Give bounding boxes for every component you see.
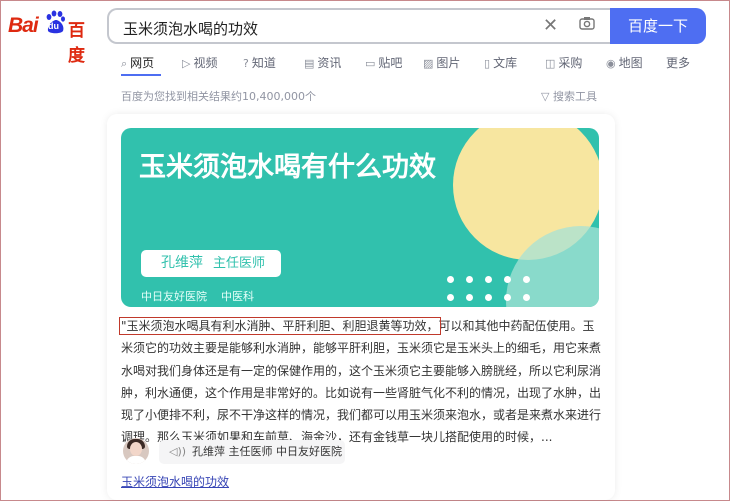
search-icon: ⌕ [121,57,128,70]
search-button[interactable]: 百度一下 [610,8,706,44]
video-banner[interactable]: 玉米须泡水喝有什么功效 孔维萍 主任医师 中日友好医院 中医科 [121,128,599,307]
audio-author-box[interactable]: ◁)) 孔维萍 主任医师 中日友好医院 [159,440,345,464]
active-tab-indicator [121,74,161,76]
avatar [123,438,149,464]
tab-web[interactable]: ⌕ 网页 [121,54,154,71]
tab-video[interactable]: ▷ 视频 [182,54,217,71]
tab-map[interactable]: ◉ 地图 [606,54,643,71]
tab-news[interactable]: ▤ 资讯 [304,54,341,71]
hospital-label: 中日友好医院 中医科 [141,290,254,303]
doctor-badge: 孔维萍 主任医师 [141,250,281,277]
doc-icon: ▯ [484,57,491,70]
tab-wenku[interactable]: ▯ 文库 [484,54,517,71]
question-icon: ? [243,57,249,70]
forum-icon: ▭ [365,57,376,70]
news-icon: ▤ [304,57,315,70]
close-icon[interactable]: ✕ [543,15,558,36]
tab-zhidao[interactable]: ? 知道 [243,54,276,71]
search-input[interactable]: 玉米须泡水喝的功效 ✕ [107,8,610,44]
search-tools-button[interactable]: ▽ 搜索工具 [541,88,597,104]
highlighted-quote: "玉米须泡水喝具有利水消肿、平肝利胆、利胆退黄等功效， [119,317,441,335]
image-icon: ▨ [423,57,434,70]
baidu-logo[interactable]: Bai du 百度 [8,10,98,66]
map-icon: ◉ [606,57,616,70]
camera-icon[interactable] [579,16,595,30]
banner-title: 玉米须泡水喝有什么功效 [139,152,436,183]
result-count: 百度为您找到相关结果约10,400,000个 [121,90,316,103]
video-icon: ▷ [182,57,191,70]
search-query[interactable]: 玉米须泡水喝的功效 [123,18,258,39]
result-snippet: "玉米须泡水喝具有利水消肿、平肝利胆、利胆退黄等功效，可以和其他中药配伍使用。玉… [119,317,602,445]
tab-more[interactable]: 更多 [666,54,690,71]
tab-tieba[interactable]: ▭ 贴吧 [365,54,402,71]
purchase-icon: ◫ [545,57,556,70]
result-title-link[interactable]: 玉米须泡水喝的功效 [121,473,229,490]
tab-images[interactable]: ▨ 图片 [423,54,460,71]
tab-purchase[interactable]: ◫ 采购 [545,54,582,71]
filter-icon: ▽ [541,90,553,103]
audio-icon: ◁)) [169,445,187,458]
